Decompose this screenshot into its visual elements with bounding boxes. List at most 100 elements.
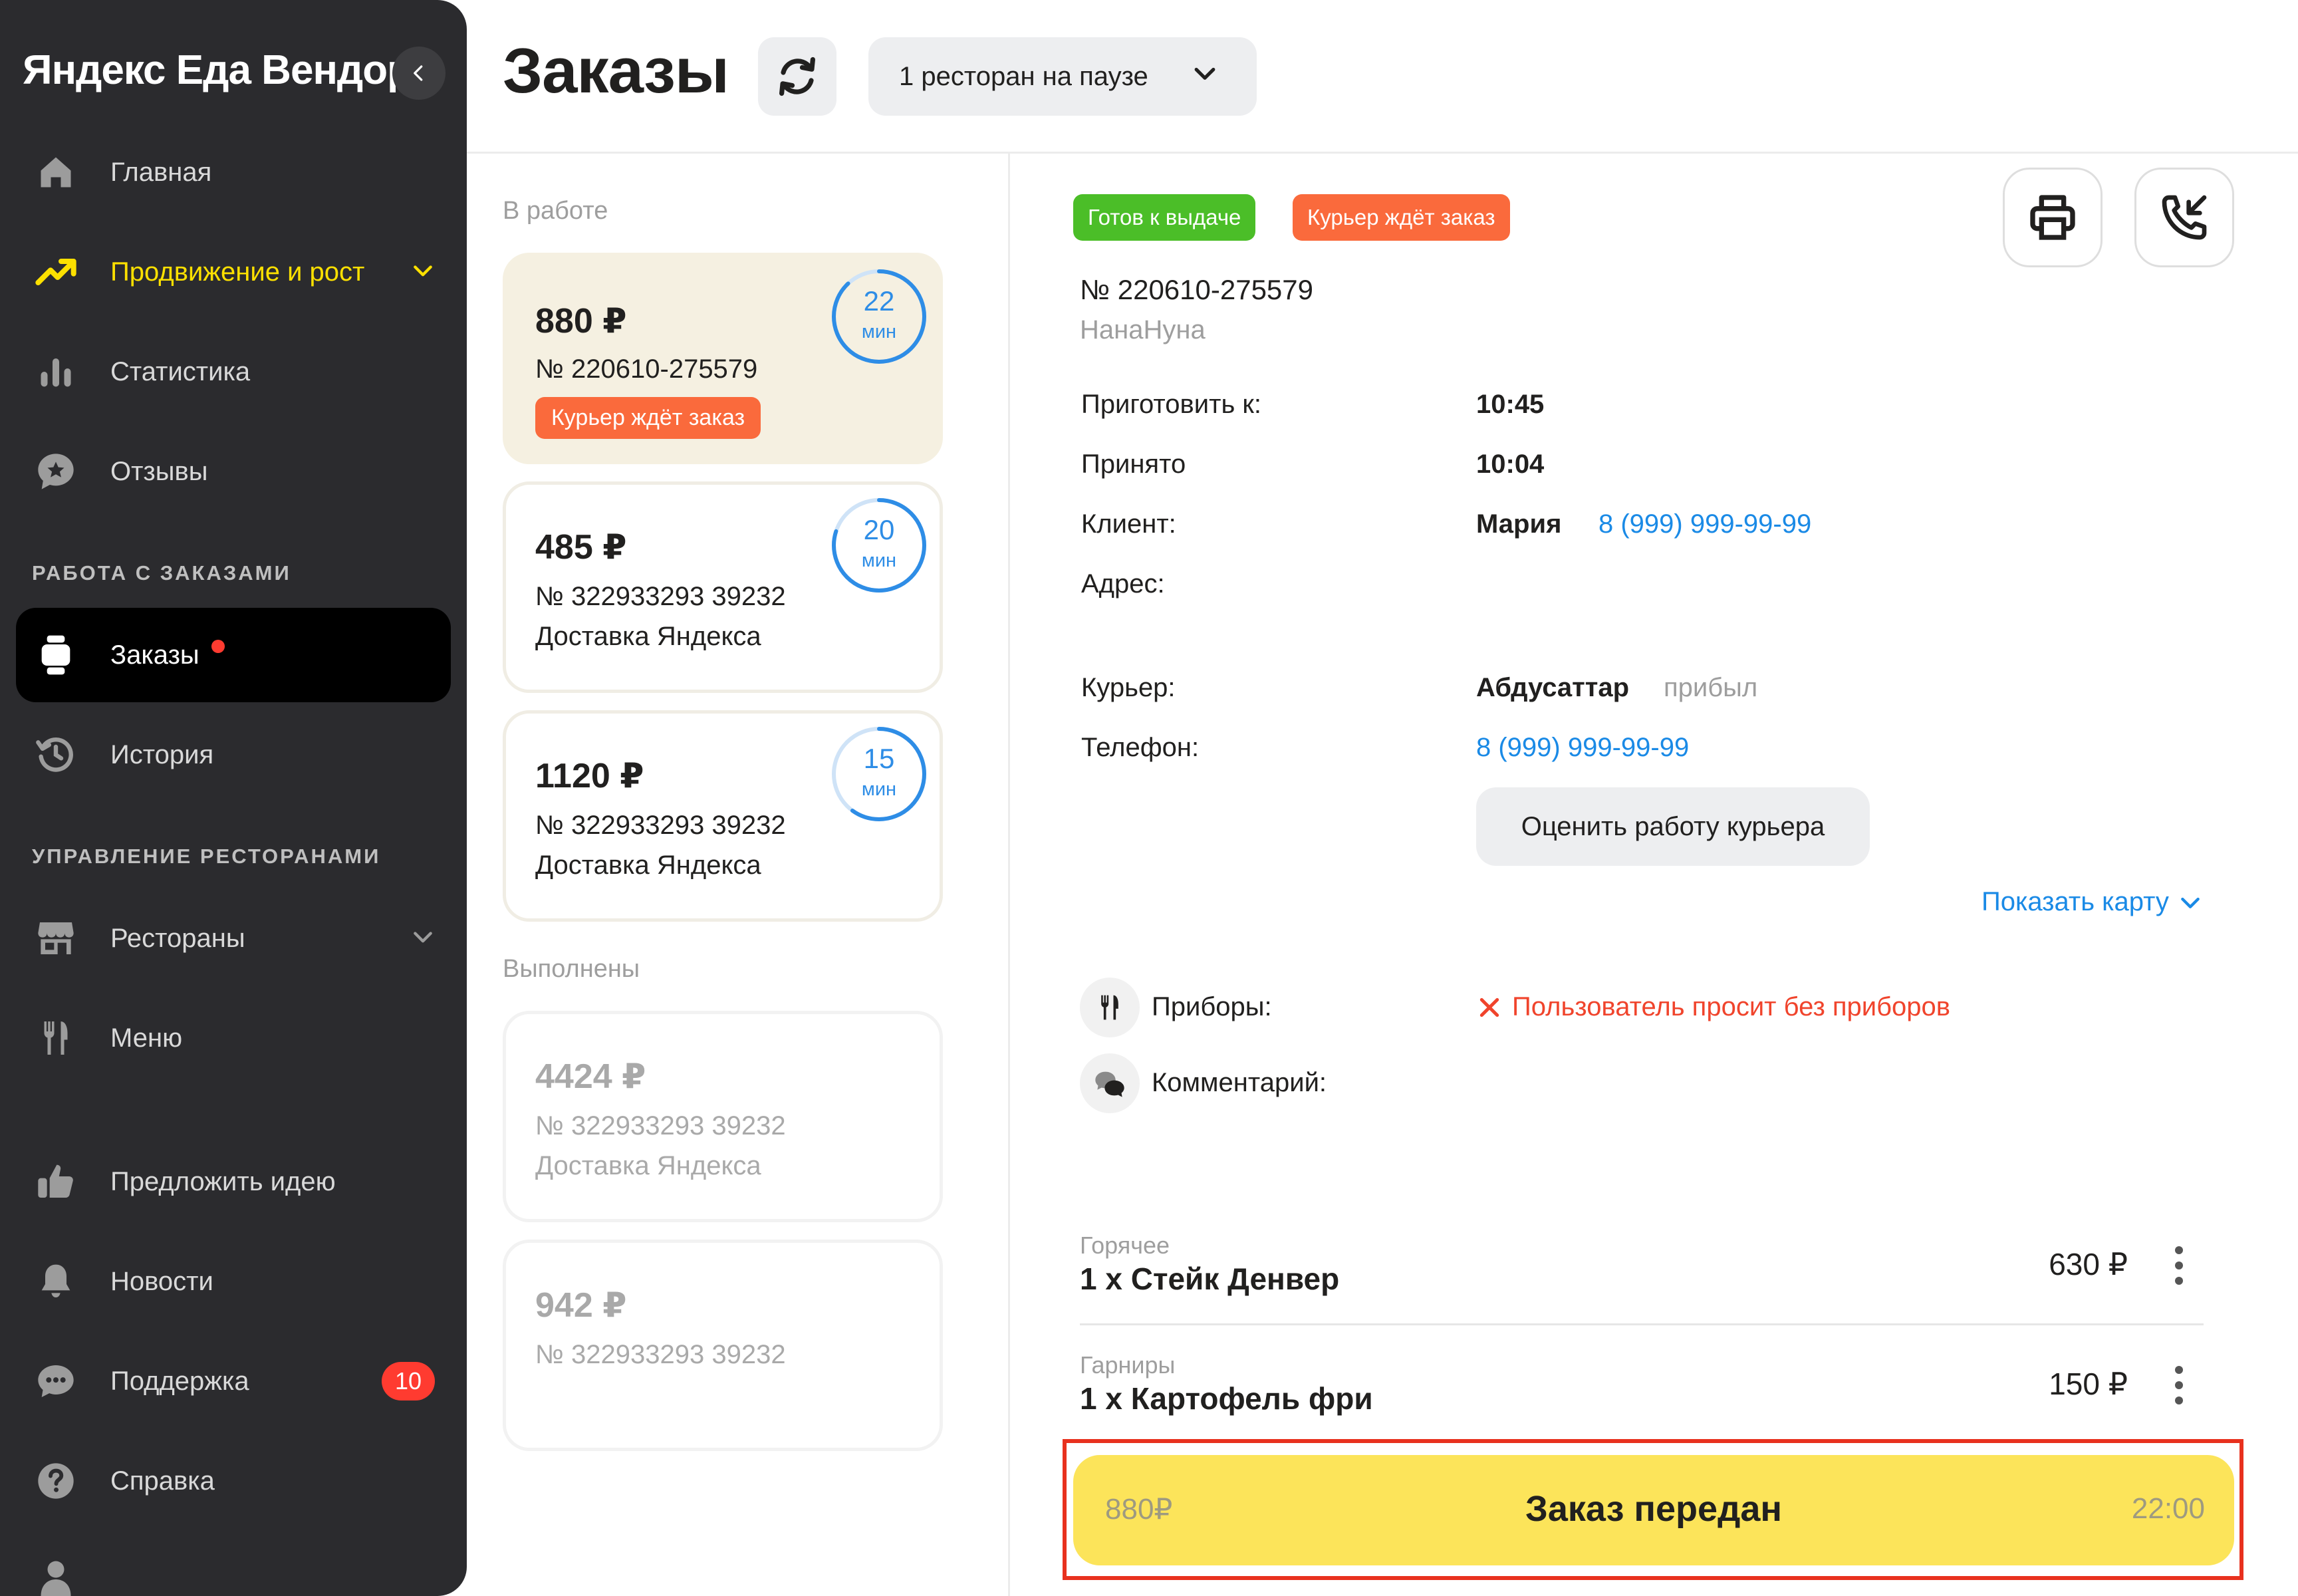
column-divider: [1008, 153, 1010, 1596]
order-handed-over-button[interactable]: 880₽ Заказ передан 22:00: [1073, 1455, 2234, 1565]
sidebar-item-label: Статистика: [110, 356, 251, 386]
sidebar-item-label: Поддержка: [110, 1366, 249, 1396]
printer-icon: [2030, 195, 2075, 240]
item-category: Горячее: [1080, 1232, 1170, 1259]
client-label: Клиент:: [1081, 509, 1176, 539]
history-icon: [16, 733, 96, 776]
courier-phone-link[interactable]: 8 (999) 999-99-99: [1476, 733, 1689, 763]
brand-logo: Яндекс Еда Вендор: [23, 47, 412, 93]
show-map-label: Показать карту: [1981, 887, 2169, 916]
trend-up-icon: [16, 251, 96, 293]
chevron-down-icon: [1190, 59, 1219, 94]
status-ready-tag: Готов к выдаче: [1073, 194, 1256, 241]
cutlery-icon: [16, 1017, 96, 1059]
question-icon: [16, 1460, 96, 1502]
pause-select-label: 1 ресторан на паузе: [899, 61, 1148, 91]
sidebar-item-restaurants[interactable]: Рестораны: [16, 891, 451, 986]
order-number: № 322933293 39232: [535, 582, 786, 611]
close-icon: [1479, 998, 1499, 1017]
timer-minutes: 20: [863, 514, 895, 545]
order-price: 880 ₽: [535, 302, 627, 340]
sidebar-item-orders[interactable]: Заказы: [16, 608, 451, 702]
chevron-down-icon: [2181, 897, 2200, 908]
order-price: 942 ₽: [535, 1286, 627, 1325]
sidebar-item-promotion[interactable]: Продвижение и рост: [16, 225, 451, 319]
order-price: 1120 ₽: [535, 757, 644, 795]
courier-waiting-tag: Курьер ждёт заказ: [535, 397, 761, 439]
item-name: 1 x Стейк Денвер: [1080, 1262, 1340, 1296]
sidebar-item-home[interactable]: Главная: [16, 125, 451, 219]
timer-unit: мин: [861, 779, 897, 800]
sidebar-item-menu[interactable]: Меню: [16, 991, 451, 1085]
item-more-menu-icon[interactable]: [2169, 1242, 2189, 1289]
bar-chart-icon: [16, 352, 96, 392]
order-card-active[interactable]: 880 ₽ № 220610-275579 Курьер ждёт заказ …: [503, 253, 943, 464]
courier-status: прибыл: [1664, 673, 1758, 702]
cutlery-warning: Пользователь просит без приборов: [1476, 992, 1950, 1022]
show-map-link[interactable]: Показать карту: [1981, 887, 2204, 917]
order-number: № 322933293 39232: [535, 811, 786, 840]
phone-label: Телефон:: [1081, 733, 1200, 762]
restaurant-pause-select[interactable]: 1 ресторан на паузе: [868, 37, 1257, 116]
item-price: 630 ₽: [2049, 1247, 2128, 1281]
cook-by-label: Приготовить к:: [1081, 390, 1262, 419]
in-progress-heading: В работе: [503, 197, 608, 225]
order-card[interactable]: 485 ₽ № 322933293 39232 Доставка Яндекса…: [503, 481, 943, 693]
support-count-badge: 10: [381, 1362, 435, 1400]
sidebar-item-help[interactable]: Справка: [16, 1434, 451, 1528]
chevron-down-icon: [410, 257, 436, 287]
timer-unit: мин: [861, 550, 897, 571]
sidebar-item-support[interactable]: Поддержка 10: [16, 1334, 451, 1428]
order-handed-over-time: 22:00: [2131, 1492, 2205, 1525]
review-star-icon: [16, 450, 96, 493]
collapse-sidebar-button[interactable]: [392, 47, 446, 100]
cook-by-value: 10:45: [1476, 390, 1545, 419]
item-category: Гарниры: [1080, 1351, 1176, 1379]
bell-icon: [16, 1260, 96, 1303]
client-name: Мария: [1476, 509, 1562, 539]
courier-name: Абдусаттар: [1476, 673, 1630, 702]
sidebar-item-suggest-idea[interactable]: Предложить идею: [16, 1134, 451, 1229]
done-heading: Выполнены: [503, 955, 640, 983]
address-label: Адрес:: [1081, 569, 1165, 598]
order-card-done[interactable]: 4424 ₽ № 322933293 39232 Доставка Яндекс…: [503, 1011, 943, 1222]
print-button[interactable]: [2003, 168, 2103, 267]
sidebar-item-label: Новости: [110, 1266, 213, 1296]
sidebar-item-label: Заказы: [110, 640, 199, 670]
phone-incoming-icon: [2162, 195, 2207, 240]
call-button[interactable]: [2134, 168, 2234, 267]
order-card[interactable]: 1120 ₽ № 322933293 39232 Доставка Яндекс…: [503, 710, 943, 922]
timer-minutes: 22: [863, 285, 895, 317]
page-title: Заказы: [503, 35, 729, 106]
sidebar-item-reviews[interactable]: Отзывы: [16, 424, 451, 519]
home-icon: [16, 152, 96, 192]
refresh-button[interactable]: [758, 37, 836, 116]
comment-icon: [1080, 1053, 1140, 1113]
orders-icon: [16, 634, 96, 676]
sidebar-item-statistics[interactable]: Статистика: [16, 325, 451, 419]
status-courier-tag: Курьер ждёт заказ: [1293, 194, 1510, 241]
sidebar-item-news[interactable]: Новости: [16, 1234, 451, 1329]
sidebar-item-history[interactable]: История: [16, 708, 451, 802]
accepted-label: Принято: [1081, 450, 1186, 479]
client-phone-link[interactable]: 8 (999) 999-99-99: [1598, 509, 1811, 539]
thumbs-up-icon: [16, 1160, 96, 1203]
rate-courier-button[interactable]: Оценить работу курьера: [1476, 787, 1870, 866]
order-handed-over-label: Заказ передан: [1525, 1489, 1782, 1529]
order-price: 4424 ₽: [535, 1057, 646, 1096]
item-price: 150 ₽: [2049, 1367, 2128, 1401]
order-number: № 220610-275579: [1080, 274, 1314, 305]
courier-label: Курьер:: [1081, 673, 1176, 702]
delivery-type: Доставка Яндекса: [535, 1151, 761, 1180]
chevron-down-icon: [410, 924, 436, 954]
delivery-type: Доставка Яндекса: [535, 622, 761, 651]
chevron-left-icon: [414, 65, 423, 81]
header-divider: [467, 152, 2298, 154]
profile-icon[interactable]: [36, 1556, 76, 1596]
sidebar-item-label: Справка: [110, 1466, 215, 1496]
sidebar-item-label: Продвижение и рост: [110, 257, 365, 287]
order-card-done[interactable]: 942 ₽ № 322933293 39232: [503, 1240, 943, 1451]
item-more-menu-icon[interactable]: [2169, 1362, 2189, 1408]
item-divider: [1080, 1323, 2204, 1325]
sidebar-item-label: История: [110, 739, 214, 769]
